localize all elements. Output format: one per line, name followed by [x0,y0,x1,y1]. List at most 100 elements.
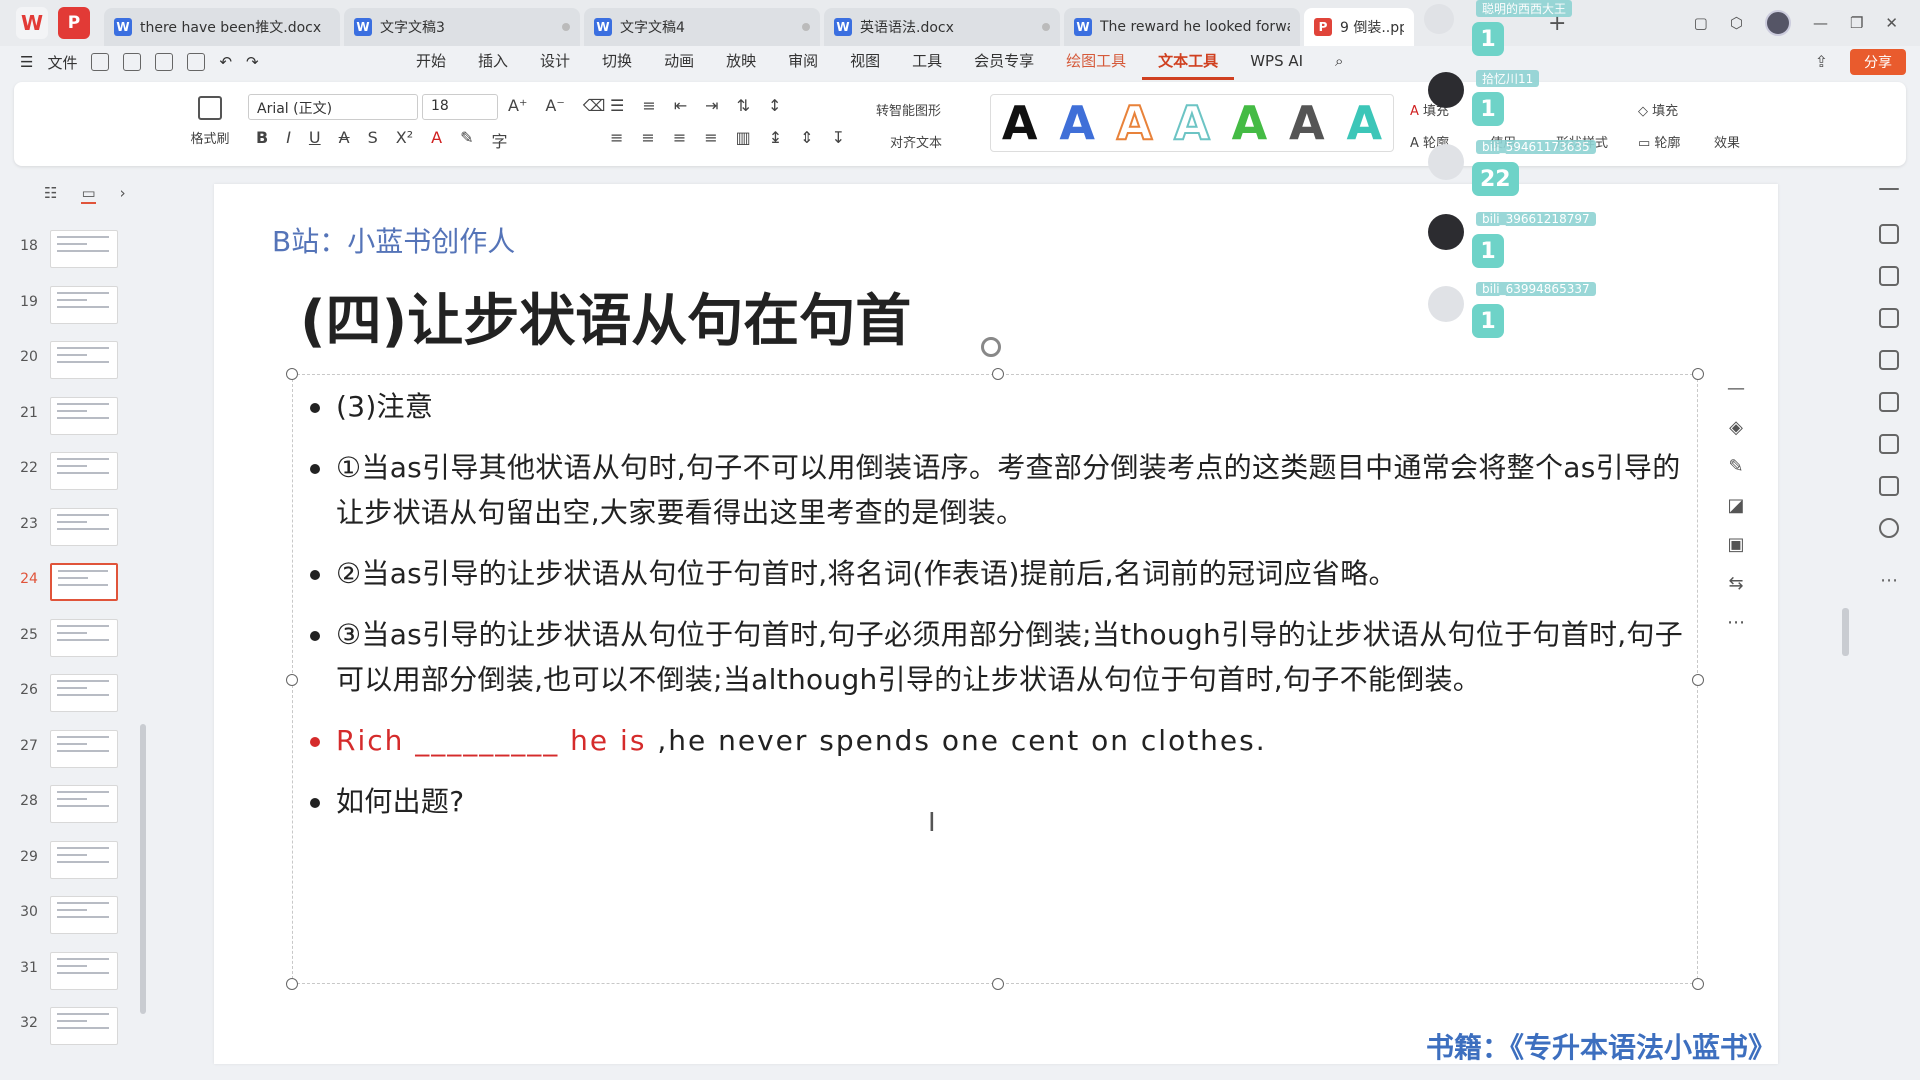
slide-thumbnail[interactable]: 21 [0,396,150,437]
spacing-icon[interactable]: ↧ [832,128,845,147]
phonetic-icon[interactable]: 字 [491,128,507,152]
menu-design[interactable]: 设计 [524,45,586,80]
print-preview-icon[interactable] [187,53,206,71]
align-right-icon[interactable]: ≡ [673,128,686,147]
more-icon[interactable]: ⋯ [1880,570,1898,591]
cube-icon[interactable]: ⬡ [1730,14,1743,32]
paragraph-spacing-icon[interactable]: ⇕ [800,128,813,147]
tab-document[interactable]: Wthere have been推文.docx [104,8,340,46]
thumbnail-preview[interactable] [50,951,118,990]
slide-canvas[interactable]: B站：小蓝书创作人 (四)让步状语从句在句首 (3)注意 ①当as引导其他状语从… [214,184,1778,1064]
font-size-select[interactable]: 18 [422,94,498,120]
menu-draw-tools[interactable]: 绘图工具 [1050,45,1142,80]
font-color-icon[interactable]: A [431,128,442,152]
justify-icon[interactable]: ≡ [704,128,717,147]
rotate-handle[interactable] [981,337,1001,357]
text-style-teal-gradient[interactable]: A [1346,96,1382,150]
thumbnail-preview[interactable] [50,1007,118,1045]
redo-icon[interactable]: ↷ [246,53,259,71]
menu-home[interactable]: 开始 [400,45,462,80]
slide-thumbnail[interactable]: 32 [0,1007,150,1047]
shadow-icon[interactable]: S [368,128,378,152]
text-style-black[interactable]: A [1002,96,1038,150]
tab-document[interactable]: W The reward he looked forward [1064,8,1300,46]
slide-thumbnail[interactable]: 27 [0,729,150,770]
example-sentence[interactable]: Rich _________ he is ,he never spends on… [306,718,1686,763]
wps-logo-icon[interactable]: W [16,7,48,39]
thumbnail-preview[interactable] [50,618,118,657]
thumbnail-preview[interactable] [50,785,118,823]
resize-handle[interactable] [286,978,298,990]
resize-handle[interactable] [992,368,1004,380]
slide-thumbnail[interactable]: 22 [0,452,150,492]
settings-sliders-icon[interactable] [1879,224,1899,244]
slide-thumbnail[interactable]: 26 [0,674,150,714]
font-family-select[interactable]: Arial (正文) [248,94,418,120]
file-menu[interactable]: 文件 [47,52,77,73]
thumbnail-preview[interactable] [50,285,118,324]
thumbnail-scrollbar[interactable] [140,724,146,1014]
resize-handle[interactable] [1692,368,1704,380]
tab-document[interactable]: W 文字文稿4 [584,8,820,46]
align-text-button[interactable]: 对齐文本 [890,132,942,151]
menu-tools[interactable]: 工具 [896,45,958,80]
print-icon[interactable] [155,53,174,71]
star-icon[interactable] [1879,266,1899,286]
bullet-item[interactable]: ①当as引导其他状语从句时,句子不可以用倒装语序。考查部分倒装考点的这类题目中通… [306,445,1686,535]
thumbnail-preview[interactable] [50,563,118,601]
format-painter-button[interactable]: 格式刷 [180,96,240,147]
pdf-app-icon[interactable]: P [58,7,90,39]
tools-icon[interactable] [1879,350,1899,370]
replace-icon[interactable]: ⇆ [1728,573,1743,594]
bullet-item[interactable]: 如何出题? [306,779,1686,824]
increase-indent-icon[interactable]: ⇥ [705,96,718,115]
clear-format-icon[interactable]: ⌫ [583,96,606,115]
menu-insert[interactable]: 插入 [462,45,524,80]
search-icon[interactable]: ⌕ [1319,45,1359,80]
restore-layout-icon[interactable]: ▢ [1694,14,1708,32]
slide-scrollbar[interactable] [1842,608,1849,656]
undo-icon[interactable]: ↶ [219,53,232,71]
thumbnail-preview[interactable] [50,729,118,768]
sort-icon[interactable]: ↕ [768,96,781,115]
resize-handle[interactable] [1692,978,1704,990]
thumbnail-preview[interactable] [50,396,118,435]
text-style-gray[interactable]: A [1289,96,1325,150]
effects-button[interactable]: 效果 [1714,132,1740,151]
slide-thumbnail[interactable]: 31 [0,951,150,992]
menu-wps-ai[interactable]: WPS AI [1234,45,1319,80]
align-center-icon[interactable]: ≡ [641,128,654,147]
decrease-font-icon[interactable]: A⁻ [545,96,564,115]
slide-thumbnail[interactable]: 25 [0,618,150,659]
layers-icon[interactable]: ◈ [1729,417,1743,438]
bullet-item[interactable]: (3)注意 [306,384,1686,429]
text-direction-icon[interactable]: ⇅ [737,96,750,115]
close-tab-icon[interactable] [1042,23,1050,31]
collapse-panel-icon[interactable]: › [120,184,126,204]
increase-font-icon[interactable]: A⁺ [508,96,527,115]
highlight-icon[interactable]: ✎ [460,128,473,152]
menu-slideshow[interactable]: 放映 [710,45,772,80]
bullet-list-icon[interactable]: ☰ [610,96,624,115]
slide-thumbnail[interactable]: 29 [0,840,150,881]
user-avatar[interactable] [1764,10,1791,36]
menu-animations[interactable]: 动画 [648,45,710,80]
maximize-icon[interactable]: ❐ [1850,14,1863,32]
text-style-blue[interactable]: A [1059,96,1095,150]
pen-icon[interactable]: ✎ [1728,456,1743,477]
superscript-icon[interactable]: X² [396,128,413,152]
slide-thumbnail[interactable]: 18 [0,230,150,270]
tab-document[interactable]: W 文字文稿3 [344,8,580,46]
slide-thumbnail[interactable]: 23 [0,507,150,548]
slide-thumbnail[interactable]: 19 [0,285,150,326]
menu-view[interactable]: 视图 [834,45,896,80]
strikethrough-icon[interactable]: A [339,128,350,152]
resize-handle[interactable] [286,368,298,380]
minimize-panel-icon[interactable] [1879,188,1899,190]
bullet-item[interactable]: ③当as引导的让步状语从句位于句首时,句子必须用部分倒装;当though引导的让… [306,612,1686,702]
slide-title[interactable]: (四)让步状语从句在句首 [300,276,911,357]
minimize-icon[interactable]: — [1813,14,1828,32]
menu-member[interactable]: 会员专享 [958,45,1050,80]
more-icon[interactable]: ⋯ [1727,612,1745,633]
menu-review[interactable]: 审阅 [772,45,834,80]
